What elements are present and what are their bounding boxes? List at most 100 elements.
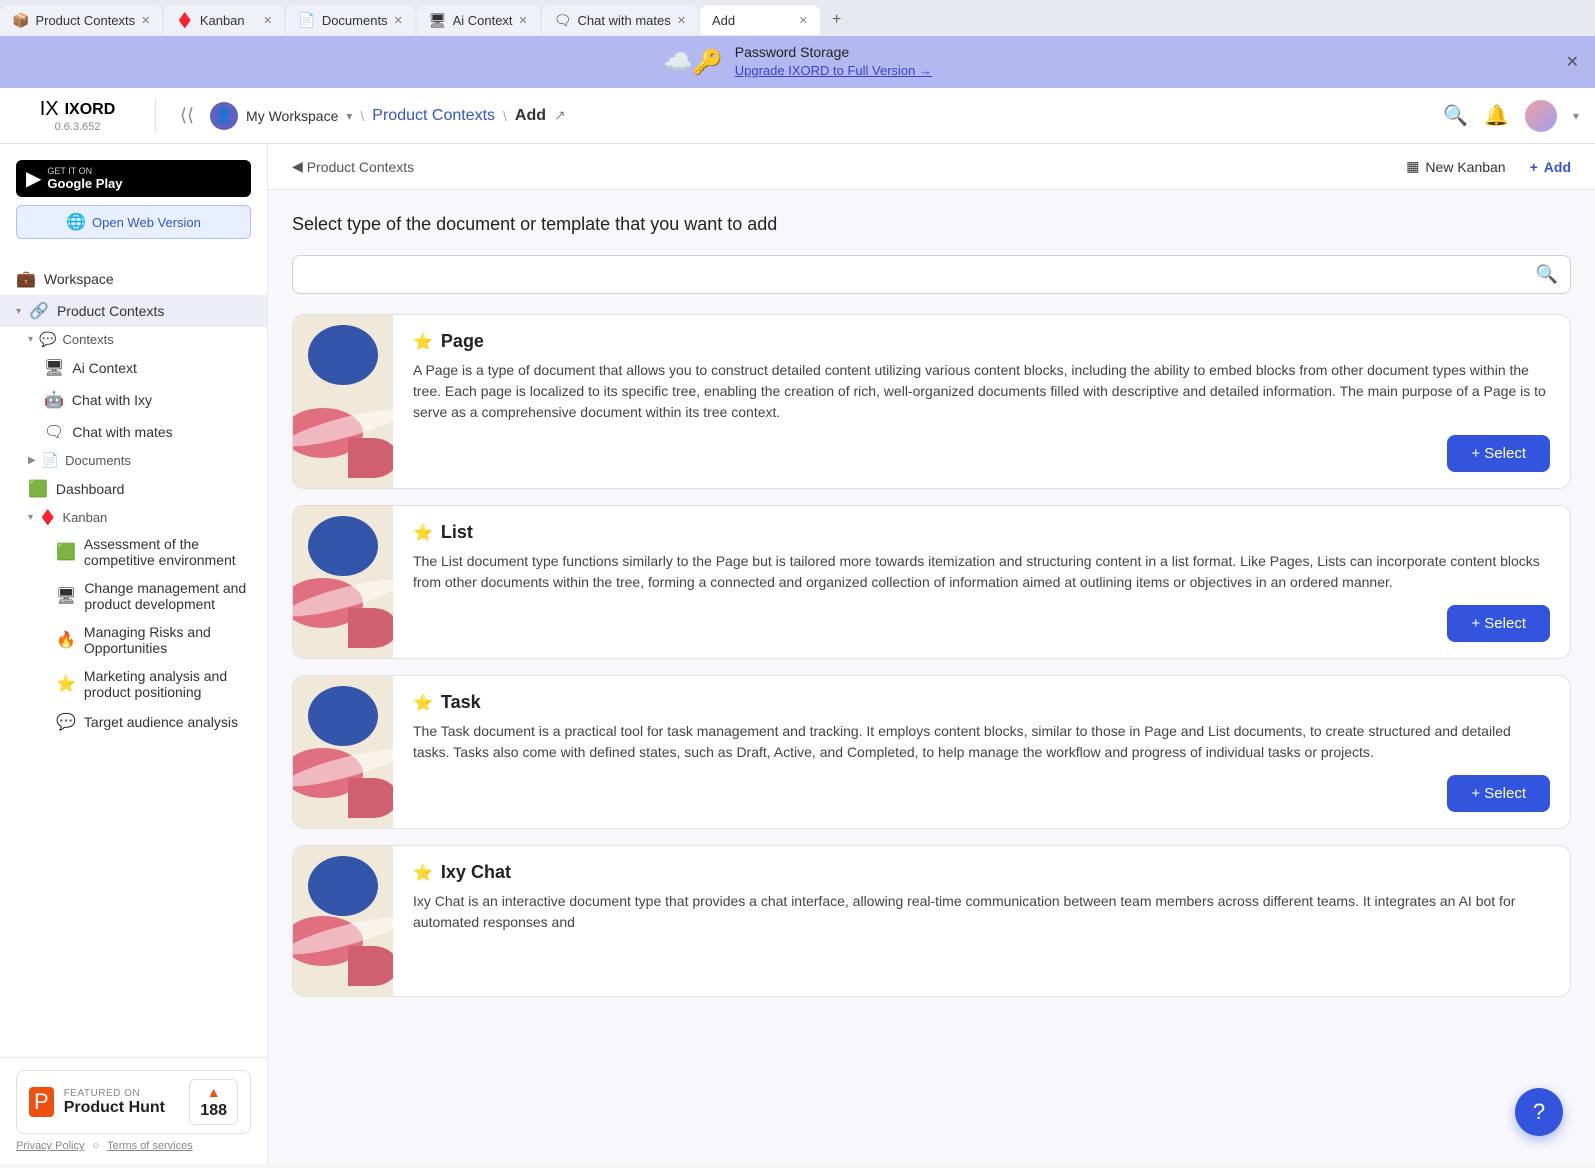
privacy-policy-link[interactable]: Privacy Policy — [16, 1140, 84, 1152]
kanban-item5-label: Target audience analysis — [84, 714, 251, 730]
product-hunt-logo-icon: P — [29, 1087, 54, 1117]
sidebar-item-kanban-3[interactable]: 🔥 Managing Risks and Opportunities — [0, 618, 267, 662]
sidebar-section-contexts[interactable]: ▾ 💬 Contexts — [0, 327, 267, 352]
sidebar-item-ai-context[interactable]: 🖥 Ai Context — [0, 352, 267, 384]
google-play-button[interactable]: ▶ GET IT ON Google Play — [16, 160, 251, 197]
content-area: ◀ Product Contexts ▦ New Kanban + Add Se… — [268, 144, 1595, 1164]
help-fab-button[interactable]: ? — [1515, 1088, 1563, 1136]
content-nav: ◀ Product Contexts ▦ New Kanban + Add — [268, 144, 1595, 190]
workspace-icon: 💼 — [16, 269, 36, 289]
search-input[interactable] — [305, 267, 1536, 283]
workspace-chevron-icon[interactable]: ▾ — [346, 109, 352, 123]
logo-name: IXORD — [65, 101, 116, 119]
tab-chat-mates[interactable]: 🗨 Chat with mates ✕ — [542, 5, 698, 35]
tab-product-contexts-close[interactable]: ✕ — [141, 14, 150, 27]
card-page-description: A Page is a type of document that allows… — [413, 360, 1550, 423]
sidebar-item-kanban-2[interactable]: 🖥 Change management and product developm… — [0, 574, 267, 618]
logo-icon: IX — [40, 98, 59, 121]
sidebar-item-kanban-1[interactable]: 🟩 Assessment of the competitive environm… — [0, 530, 267, 574]
tab-documents[interactable]: 📄 Documents ✕ — [286, 5, 414, 35]
card-ixy-shape1 — [308, 856, 378, 916]
tab-chat-mates-icon: 🗨 — [554, 12, 572, 29]
ph-featured-label: FEATURED ON — [64, 1088, 180, 1099]
tab-ai-context[interactable]: 🖥 Ai Context ✕ — [417, 5, 540, 35]
ph-product-hunt-label: Product Hunt — [64, 1099, 180, 1117]
card-list-description: The List document type functions similar… — [413, 551, 1550, 593]
sidebar-item-dashboard[interactable]: 🟩 Dashboard — [0, 473, 267, 505]
chat-mates-label: Chat with mates — [72, 424, 251, 440]
user-avatar[interactable] — [1525, 100, 1557, 132]
card-page-footer: + Select — [413, 435, 1550, 472]
card-task-footer: + Select — [413, 775, 1550, 812]
sidebar-collapse-button[interactable]: ⟨⟨ — [172, 101, 202, 130]
open-web-version-button[interactable]: 🌐 Open Web Version — [16, 205, 251, 239]
tab-documents-close[interactable]: ✕ — [394, 14, 403, 27]
card-list-content: ⭐ List The List document type functions … — [393, 506, 1570, 658]
ph-links-area: Privacy Policy ○ Terms of services — [16, 1140, 251, 1152]
gp-small-text: GET IT ON — [47, 166, 122, 176]
sidebar-item-chat-mates[interactable]: 🗨 Chat with mates — [0, 416, 267, 448]
card-thumb-bg — [293, 315, 393, 488]
card-page-star-icon: ⭐ — [413, 332, 433, 352]
external-link-icon[interactable]: ↗ — [554, 107, 566, 124]
card-page: ⭐ Page A Page is a type of document that… — [292, 314, 1571, 489]
tab-add-close[interactable]: ✕ — [799, 14, 808, 27]
search-icon[interactable]: 🔍 — [1443, 103, 1468, 128]
chat-ixy-label: Chat with Ixy — [72, 392, 251, 408]
notification-icon[interactable]: 🔔 — [1484, 103, 1509, 128]
tab-chat-mates-label: Chat with mates — [578, 13, 671, 28]
card-task-select-button[interactable]: + Select — [1447, 775, 1550, 812]
sidebar-section-kanban[interactable]: ▾ ♦️ Kanban — [0, 505, 267, 530]
card-page-header: ⭐ Page — [413, 331, 1550, 352]
ph-count-area: ▲ 188 — [189, 1079, 238, 1125]
banner-upgrade-link[interactable]: Upgrade IXORD to Full Version → — [735, 63, 932, 78]
banner-close-icon[interactable]: ✕ — [1566, 52, 1579, 72]
sidebar-item-product-contexts[interactable]: ▾ 🔗 Product Contexts — [0, 295, 267, 327]
chat-ixy-icon: 🤖 — [44, 390, 64, 410]
tab-add[interactable]: Add ✕ — [700, 5, 820, 35]
product-hunt-footer: P FEATURED ON Product Hunt ▲ 188 Privacy… — [0, 1057, 267, 1164]
add-button[interactable]: + Add — [1530, 159, 1571, 175]
product-contexts-icon: 🔗 — [29, 301, 49, 321]
back-arrow-icon: ◀ — [292, 158, 303, 175]
card-page-content: ⭐ Page A Page is a type of document that… — [393, 315, 1570, 488]
card-task-title: Task — [441, 692, 481, 713]
card-task: ⭐ Task The Task document is a practical … — [292, 675, 1571, 829]
tab-product-contexts-icon: 📦 — [12, 12, 29, 29]
tab-ai-context-close[interactable]: ✕ — [519, 14, 528, 27]
terms-of-service-link[interactable]: Terms of services — [107, 1140, 193, 1152]
sidebar-item-kanban-4[interactable]: ⭐ Marketing analysis and product positio… — [0, 662, 267, 706]
back-button[interactable]: ◀ Product Contexts — [292, 158, 414, 175]
kanban-grid-icon: ▦ — [1406, 158, 1419, 175]
breadcrumb-workspace[interactable]: My Workspace — [246, 108, 338, 124]
tab-chat-mates-close[interactable]: ✕ — [677, 14, 686, 27]
workspace-label: Workspace — [44, 271, 251, 287]
sidebar-item-chat-ixy[interactable]: 🤖 Chat with Ixy — [0, 384, 267, 416]
sidebar-item-kanban-5[interactable]: 💬 Target audience analysis — [0, 706, 267, 738]
kanban-item3-label: Managing Risks and Opportunities — [84, 624, 251, 656]
globe-icon: 🌐 — [66, 212, 86, 232]
tab-kanban-label: Kanban — [200, 13, 245, 28]
user-chevron-icon[interactable]: ▾ — [1573, 109, 1579, 123]
new-kanban-button[interactable]: ▦ New Kanban — [1394, 154, 1517, 179]
product-contexts-label: Product Contexts — [57, 303, 251, 319]
tab-add-new[interactable]: + — [822, 5, 851, 35]
tab-kanban[interactable]: ♦️ Kanban ✕ — [164, 5, 284, 35]
card-task-description: The Task document is a practical tool fo… — [413, 721, 1550, 763]
sidebar-content: 💼 Workspace ▾ 🔗 Product Contexts ▾ 💬 Con… — [0, 255, 267, 1057]
search-box: 🔍 — [292, 255, 1571, 294]
sidebar-item-workspace[interactable]: 💼 Workspace — [0, 263, 267, 295]
tab-kanban-close[interactable]: ✕ — [263, 14, 272, 27]
banner-title: Password Storage — [735, 44, 849, 60]
add-plus-icon: + — [1530, 159, 1538, 175]
card-list-thumb-bg — [293, 506, 393, 658]
ai-context-icon: 🖥 — [44, 358, 64, 378]
tab-product-contexts[interactable]: 📦 Product Contexts ✕ — [0, 5, 162, 35]
card-list-select-button[interactable]: + Select — [1447, 605, 1550, 642]
store-buttons-area: ▶ GET IT ON Google Play 🌐 Open Web Versi… — [0, 144, 267, 255]
documents-chevron-icon: ▶ — [28, 455, 36, 466]
product-hunt-badge[interactable]: P FEATURED ON Product Hunt ▲ 188 — [16, 1070, 251, 1134]
breadcrumb-product-contexts[interactable]: Product Contexts — [372, 107, 495, 125]
sidebar-section-documents[interactable]: ▶ 📄 Documents — [0, 448, 267, 473]
card-page-select-button[interactable]: + Select — [1447, 435, 1550, 472]
